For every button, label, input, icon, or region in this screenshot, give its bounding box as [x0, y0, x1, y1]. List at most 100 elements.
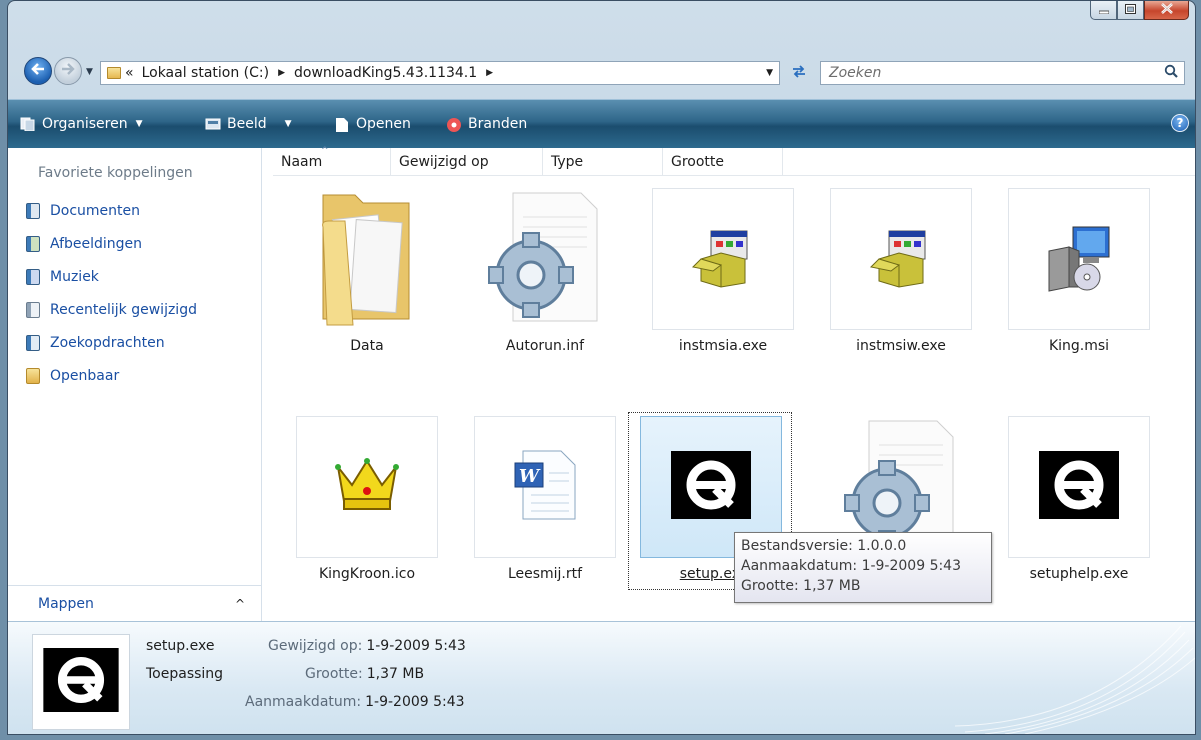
- breadcrumb-drive[interactable]: Lokaal station (C:): [142, 65, 270, 81]
- column-label: Gewijzigd op: [399, 153, 489, 170]
- organize-label: Organiseren: [42, 116, 128, 132]
- column-modified[interactable]: Gewijzigd op: [391, 148, 543, 175]
- details-file-name: setup.exe: [146, 638, 215, 654]
- file-name: King.msi: [1048, 338, 1110, 354]
- file-tile-autorun[interactable]: Autorun.inf: [456, 188, 616, 388]
- details-file-type: Toepassing: [146, 666, 224, 682]
- sidebar-item-public[interactable]: Openbaar: [26, 368, 119, 384]
- breadcrumb-separator-icon[interactable]: ▶: [278, 68, 285, 78]
- minimize-icon: [1098, 3, 1109, 18]
- burn-button[interactable]: Branden: [446, 116, 527, 132]
- refresh-button[interactable]: [786, 61, 812, 85]
- chevron-down-icon: ▼: [135, 119, 143, 129]
- help-button[interactable]: ?: [1171, 114, 1189, 132]
- open-button[interactable]: Openen: [334, 116, 411, 132]
- file-name: instmsiw.exe: [856, 338, 946, 354]
- explorer-window: ▼ « Lokaal station (C:) ▶ downloadKing5.…: [7, 0, 1196, 735]
- back-button[interactable]: [24, 57, 52, 85]
- column-size[interactable]: Grootte: [663, 148, 783, 175]
- file-name: setuphelp.exe: [1029, 566, 1129, 582]
- address-dropdown-icon[interactable]: ▼: [766, 68, 773, 78]
- column-name[interactable]: Naam ^: [273, 146, 391, 175]
- file-tile-leesmij[interactable]: W Leesmij.rtf: [456, 416, 616, 616]
- chevron-up-icon: ^: [234, 597, 245, 611]
- tooltip-size: Grootte: 1,37 MB: [741, 578, 861, 594]
- file-tile-setuphelp[interactable]: setuphelp.exe: [990, 416, 1150, 616]
- sidebar-item-recent[interactable]: Recentelijk gewijzigd: [26, 302, 197, 318]
- sidebar-item-label: Openbaar: [50, 368, 120, 384]
- details-modified: Gewijzigd op: 1-9-2009 5:43: [268, 638, 466, 654]
- folders-toggle[interactable]: Mappen ^: [8, 585, 261, 622]
- tooltip-created: Aanmaakdatum: 1-9-2009 5:43: [741, 558, 962, 574]
- breadcrumb-separator-icon[interactable]: ▶: [486, 68, 493, 78]
- back-arrow-icon: [30, 62, 46, 80]
- close-button[interactable]: [1144, 1, 1189, 20]
- view-menu[interactable]: Beeld ▼: [205, 116, 292, 132]
- sidebar-item-label: Zoekopdrachten: [50, 335, 165, 351]
- column-label: Naam: [281, 153, 323, 170]
- maximize-icon: [1125, 3, 1136, 18]
- organize-menu[interactable]: Organiseren ▼: [20, 116, 143, 132]
- property-label: Aanmaakdatum:: [245, 694, 362, 710]
- view-label: Beeld: [227, 116, 267, 132]
- file-tile-instmsia[interactable]: instmsia.exe: [634, 188, 794, 388]
- search-icon[interactable]: [1164, 64, 1178, 82]
- word-document-icon: W: [509, 447, 581, 527]
- file-name: KingKroon.ico: [318, 566, 416, 582]
- sidebar-item-label: Recentelijk gewijzigd: [50, 302, 197, 318]
- column-type[interactable]: Type: [543, 148, 663, 175]
- sidebar-item-label: Muziek: [50, 269, 99, 285]
- view-icon: [205, 117, 221, 131]
- organize-icon: [20, 117, 36, 132]
- decorative-swoosh: [955, 625, 1195, 734]
- file-name: Data: [350, 338, 384, 354]
- forward-button[interactable]: [54, 57, 82, 85]
- maximize-button[interactable]: [1117, 1, 1144, 20]
- file-name: instmsia.exe: [678, 338, 768, 354]
- file-tile-kingkroon[interactable]: KingKroon.ico: [278, 416, 438, 616]
- property-label: Gewijzigd op:: [268, 638, 363, 654]
- burn-label: Branden: [468, 116, 528, 132]
- details-pane: setup.exe Toepassing Gewijzigd op: 1-9-2…: [8, 621, 1195, 734]
- open-icon: [334, 117, 350, 132]
- file-thumbnail: W: [474, 416, 616, 558]
- sidebar-item-pictures[interactable]: Afbeeldingen: [26, 236, 142, 252]
- folder-icon: [107, 67, 121, 79]
- property-value: 1-9-2009 5:43: [365, 694, 465, 710]
- minimize-button[interactable]: [1090, 1, 1117, 20]
- sidebar-item-label: Afbeeldingen: [50, 236, 143, 252]
- property-value: 1,37 MB: [366, 666, 425, 682]
- caption-buttons: [1090, 1, 1189, 20]
- installer-box-icon: [869, 225, 933, 293]
- sort-ascending-icon: ^: [321, 146, 329, 156]
- file-tile-instmsiw[interactable]: instmsiw.exe: [812, 188, 972, 388]
- close-icon: [1160, 2, 1173, 18]
- msi-package-icon: [1043, 221, 1115, 297]
- column-label: Grootte: [671, 153, 725, 170]
- sidebar-item-searches[interactable]: Zoekopdrachten: [26, 335, 165, 351]
- file-thumbnail: [296, 188, 438, 330]
- burn-icon: [446, 117, 462, 132]
- public-folder-icon: [26, 368, 40, 384]
- sidebar-item-label: Documenten: [50, 203, 141, 219]
- search-input[interactable]: Zoeken: [820, 61, 1185, 85]
- address-bar[interactable]: « Lokaal station (C:) ▶ downloadKing5.43…: [100, 61, 780, 85]
- music-icon: [26, 269, 40, 285]
- sidebar-item-music[interactable]: Muziek: [26, 269, 99, 285]
- breadcrumb-overflow[interactable]: «: [125, 65, 134, 81]
- file-tile-king-msi[interactable]: King.msi: [990, 188, 1150, 388]
- content-area: Favoriete koppelingen Documenten Afbeeld…: [8, 146, 1195, 622]
- file-thumbnail: [1008, 416, 1150, 558]
- breadcrumb-folder[interactable]: downloadKing5.43.1134.1: [294, 65, 477, 81]
- command-bar: Organiseren ▼ Beeld ▼ Openen Branden ?: [8, 99, 1195, 149]
- installer-box-icon: [691, 225, 755, 293]
- forward-arrow-icon: [60, 62, 76, 80]
- file-name: Leesmij.rtf: [507, 566, 583, 582]
- settings-file-icon: [483, 187, 607, 331]
- setup-q-icon: [671, 451, 751, 523]
- file-tile-data[interactable]: Data: [278, 188, 438, 388]
- sidebar-item-documents[interactable]: Documenten: [26, 203, 140, 219]
- recent-pages-dropdown[interactable]: ▼: [86, 67, 93, 77]
- documents-icon: [26, 203, 40, 219]
- folder-icon: [315, 187, 419, 331]
